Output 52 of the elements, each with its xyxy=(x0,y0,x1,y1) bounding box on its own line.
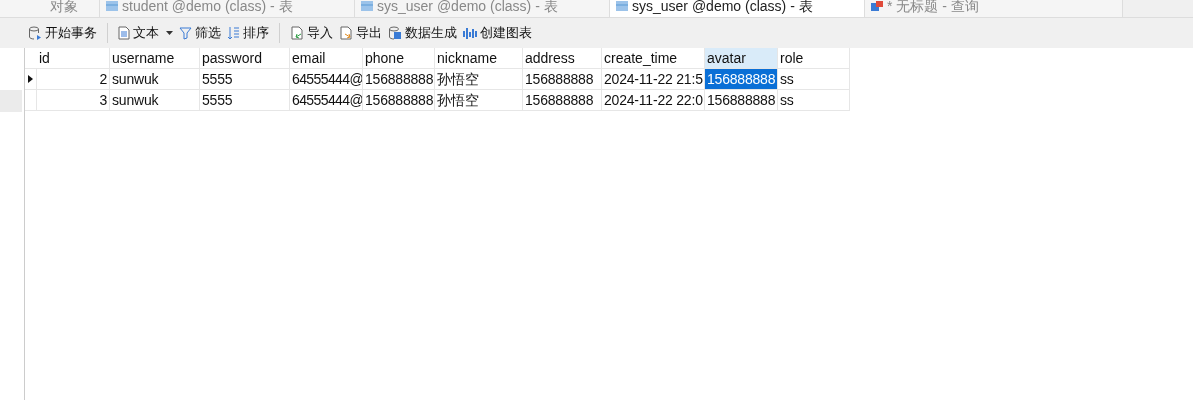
caret-icon xyxy=(166,31,173,35)
table-cell[interactable]: sunwuk xyxy=(110,69,200,89)
table-cell[interactable]: 156888888 xyxy=(363,69,435,89)
toolbar-button[interactable]: 开始事务 xyxy=(28,23,97,43)
toolbar-button[interactable]: 数据生成 xyxy=(388,23,457,43)
table-cell[interactable]: 3 xyxy=(37,90,110,110)
column-header[interactable]: address xyxy=(523,48,602,68)
toolbar-button[interactable]: 创建图表 xyxy=(463,23,532,43)
column-header[interactable]: username xyxy=(110,48,200,68)
table-icon xyxy=(361,1,373,11)
column-header[interactable]: phone xyxy=(363,48,435,68)
table-icon xyxy=(616,1,628,11)
tab[interactable]: sys_user @demo (class) - 表 xyxy=(610,0,865,17)
table-cell[interactable]: 5555 xyxy=(200,90,290,110)
query-icon xyxy=(871,1,883,11)
toolbar-button[interactable]: 导入 xyxy=(290,23,333,43)
table-cell[interactable]: ss xyxy=(778,90,850,110)
column-header[interactable]: nickname xyxy=(435,48,523,68)
table-icon xyxy=(106,1,118,11)
table-cell[interactable]: 156888888 xyxy=(705,90,778,110)
toolbar-button[interactable]: 筛选 xyxy=(179,23,221,43)
table-cell[interactable]: 64555444@ xyxy=(290,69,363,89)
table-cell[interactable]: ss xyxy=(778,69,850,89)
table-row[interactable]: 2 sunwuk 5555 64555444@156888888 孙悟空 156888888 2024-11-22 21:5 156888888 ss xyxy=(25,69,850,90)
table-cell[interactable]: 5555 xyxy=(200,69,290,89)
sort-icon xyxy=(227,26,240,40)
table-cell[interactable]: sunwuk xyxy=(110,90,200,110)
table-cell[interactable]: 孙悟空 xyxy=(435,90,523,110)
table-cell[interactable]: 2 xyxy=(37,69,110,89)
toolbar-button[interactable]: 排序 xyxy=(227,23,269,43)
table-cell[interactable]: 156888888 xyxy=(363,90,435,110)
import-icon xyxy=(290,26,304,40)
document-icon xyxy=(118,26,130,40)
database-grid-icon xyxy=(388,26,402,40)
toolbar-button[interactable]: 导出 xyxy=(339,23,382,43)
table-cell[interactable]: 孙悟空 xyxy=(435,69,523,89)
filter-icon xyxy=(179,26,192,40)
table-cell[interactable]: 156888888 xyxy=(523,90,602,110)
toolbar-button[interactable]: 文本 xyxy=(118,23,173,43)
column-header[interactable]: password xyxy=(200,48,290,68)
column-header[interactable]: role xyxy=(778,48,850,68)
table-row[interactable]: 3 sunwuk 5555 64555444@156888888 孙悟空 156888888 2024-11-22 22:0 156888888 ss xyxy=(25,90,850,111)
table-cell[interactable]: 156888888 xyxy=(523,69,602,89)
table-cell[interactable]: 64555444@ xyxy=(290,90,363,110)
table-cell[interactable]: 156888888 xyxy=(705,69,778,89)
export-icon xyxy=(339,26,353,40)
column-header[interactable]: id xyxy=(37,48,110,68)
table-cell[interactable]: 2024-11-22 22:0 xyxy=(602,90,705,110)
bar-chart-icon xyxy=(463,26,477,40)
column-header[interactable]: email xyxy=(290,48,363,68)
column-header[interactable]: avatar xyxy=(705,48,778,68)
database-icon xyxy=(28,26,42,40)
